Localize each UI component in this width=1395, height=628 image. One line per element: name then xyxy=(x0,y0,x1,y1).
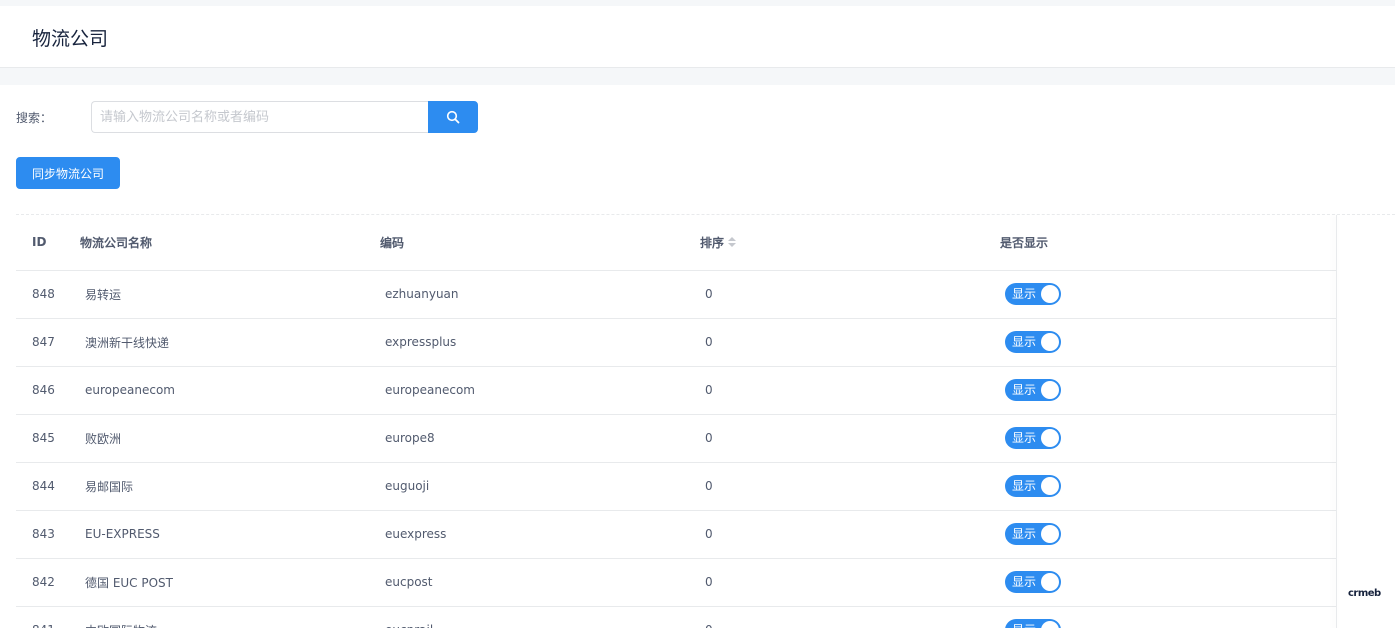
cell-id: 848 xyxy=(16,270,80,319)
cell-name: 澳洲新干线快递 xyxy=(80,318,380,367)
search-box xyxy=(91,101,478,133)
table-row: 844 易邮国际 euguoji 0 显示 xyxy=(16,462,1337,511)
cell-code: ezhuanyuan xyxy=(380,270,700,319)
search-label: 搜索： xyxy=(16,111,53,125)
table-row: 847 澳洲新干线快递 expressplus 0 显示 xyxy=(16,318,1337,367)
fixed-column-divider xyxy=(1336,215,1337,628)
cell-display: 显示 xyxy=(1000,558,1337,607)
cell-sort: 0 xyxy=(700,462,1000,511)
display-toggle[interactable]: 显示 xyxy=(1005,427,1061,449)
display-toggle[interactable]: 显示 xyxy=(1005,379,1061,401)
cell-name: EU-EXPRESS xyxy=(80,510,380,559)
cell-sort: 0 xyxy=(700,318,1000,367)
display-toggle[interactable]: 显示 xyxy=(1005,619,1061,628)
display-toggle[interactable]: 显示 xyxy=(1005,571,1061,593)
table-row: 848 易转运 ezhuanyuan 0 显示 xyxy=(16,270,1337,319)
cell-id: 841 xyxy=(16,606,80,628)
cell-display: 显示 xyxy=(1000,510,1337,559)
table-header-row: ID 物流公司名称 编码 排序 是否显示 xyxy=(16,215,1337,271)
cell-sort: 0 xyxy=(700,366,1000,415)
display-toggle[interactable]: 显示 xyxy=(1005,523,1061,545)
cell-display: 显示 xyxy=(1000,462,1337,511)
cell-code: euguoji xyxy=(380,462,700,511)
cell-id: 842 xyxy=(16,558,80,607)
display-toggle-label: 显示 xyxy=(1012,527,1037,541)
sort-icon[interactable] xyxy=(728,237,737,249)
cell-display: 显示 xyxy=(1000,414,1337,463)
cell-id: 844 xyxy=(16,462,80,511)
cell-code: eucpost xyxy=(380,558,700,607)
table-row: 842 德国 EUC POST eucpost 0 显示 xyxy=(16,558,1337,607)
cell-display: 显示 xyxy=(1000,606,1337,628)
cell-sort: 0 xyxy=(700,414,1000,463)
brand-logo: crmeb xyxy=(1348,588,1381,599)
search-input[interactable] xyxy=(91,101,428,133)
cell-code: eucnrail xyxy=(380,606,700,628)
toggle-knob xyxy=(1041,621,1059,628)
table-row: 845 败欧洲 europe8 0 显示 xyxy=(16,414,1337,463)
cell-sort: 0 xyxy=(700,510,1000,559)
display-toggle[interactable]: 显示 xyxy=(1005,475,1061,497)
column-header-id: ID xyxy=(16,215,80,271)
cell-name: 中欧国际物流 xyxy=(80,606,380,628)
page-header: 物流公司 xyxy=(0,6,1395,68)
cell-name: 德国 EUC POST xyxy=(80,558,380,607)
display-toggle-label: 显示 xyxy=(1012,479,1037,493)
toggle-knob xyxy=(1041,477,1059,495)
display-toggle-label: 显示 xyxy=(1012,383,1037,397)
toggle-knob xyxy=(1041,333,1059,351)
logistics-table: ID 物流公司名称 编码 排序 是否显示 848 易转运 ezhuanyuan 0 显示… xyxy=(16,214,1395,628)
cell-sort: 0 xyxy=(700,606,1000,628)
table-row: 843 EU-EXPRESS euexpress 0 显示 xyxy=(16,510,1337,559)
toggle-knob xyxy=(1041,381,1059,399)
display-toggle-label: 显示 xyxy=(1012,575,1037,589)
cell-code: europeanecom xyxy=(380,366,700,415)
table-row: 846 europeanecom europeanecom 0 显示 xyxy=(16,366,1337,415)
search-button[interactable] xyxy=(428,101,478,133)
cell-sort: 0 xyxy=(700,270,1000,319)
column-header-code: 编码 xyxy=(380,215,700,271)
cell-code: expressplus xyxy=(380,318,700,367)
page-title: 物流公司 xyxy=(32,28,109,50)
column-header-sort-label: 排序 xyxy=(700,235,725,250)
display-toggle-label: 显示 xyxy=(1012,622,1036,628)
cell-display: 显示 xyxy=(1000,270,1337,319)
cell-code: europe8 xyxy=(380,414,700,463)
cell-name: 易转运 xyxy=(80,270,380,319)
cell-id: 847 xyxy=(16,318,80,367)
column-header-display: 是否显示 xyxy=(1000,215,1337,271)
display-toggle-label: 显示 xyxy=(1012,335,1037,349)
cell-display: 显示 xyxy=(1000,366,1337,415)
cell-id: 845 xyxy=(16,414,80,463)
display-toggle[interactable]: 显示 xyxy=(1005,331,1061,353)
cell-name: europeanecom xyxy=(80,366,380,415)
toggle-knob xyxy=(1041,285,1059,303)
display-toggle-label: 显示 xyxy=(1012,287,1037,301)
cell-name: 败欧洲 xyxy=(80,414,380,463)
cell-id: 843 xyxy=(16,510,80,559)
display-toggle[interactable]: 显示 xyxy=(1005,283,1061,305)
main-content: 搜索： 同步物流公司 ID 物流公司名称 编码 xyxy=(0,85,1395,628)
cell-code: euexpress xyxy=(380,510,700,559)
display-toggle-label: 显示 xyxy=(1012,431,1037,445)
cell-sort: 0 xyxy=(700,558,1000,607)
search-icon xyxy=(446,110,460,124)
table-row: 841中欧国际物流eucnrail0 显示 xyxy=(16,606,1337,628)
cell-id: 846 xyxy=(16,366,80,415)
column-header-name: 物流公司名称 xyxy=(80,215,380,271)
toggle-knob xyxy=(1041,429,1059,447)
cell-name: 易邮国际 xyxy=(80,462,380,511)
sync-logistics-button[interactable]: 同步物流公司 xyxy=(16,157,120,189)
cell-display: 显示 xyxy=(1000,318,1337,367)
toggle-knob xyxy=(1041,573,1059,591)
toggle-knob xyxy=(1041,525,1059,543)
column-header-sort[interactable]: 排序 xyxy=(700,215,1000,271)
